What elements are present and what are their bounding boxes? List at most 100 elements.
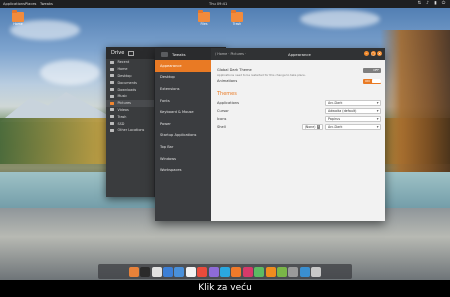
calendar-icon[interactable] [185, 266, 196, 277]
settings-tab-startup-applications[interactable]: Startup Applications [155, 130, 211, 142]
sidebar-item-label: Documents [117, 80, 137, 85]
settings-sidebar: Appearance Desktop Extensions Fonts Keyboard… [155, 60, 211, 221]
vlc-icon[interactable] [265, 266, 276, 277]
text-editor-icon[interactable] [151, 266, 162, 277]
theme-row-label: Icons [217, 117, 227, 121]
page-title: Appearance [288, 52, 311, 57]
shell-none-label: (None) [304, 124, 316, 129]
sidebar-item-documents[interactable]: Documents [106, 79, 154, 86]
sidebar-item-ssd[interactable]: SSD [106, 120, 154, 127]
sidebar-item-label: Videos [117, 107, 129, 112]
power-icon[interactable]: ⏻ [441, 1, 446, 6]
caption[interactable]: Klik za veću [0, 280, 450, 297]
settings-tab-windows[interactable]: Windows [155, 153, 211, 165]
titlebar-left: Tweaks [155, 48, 211, 60]
themes-heading: Themes [217, 91, 237, 97]
theme-row-label: Applications [217, 101, 239, 105]
sidebar-item-desktop[interactable]: Desktop [106, 73, 154, 80]
settings-tab-workspaces[interactable]: Workspaces [155, 164, 211, 176]
animations-label: Animations [217, 79, 238, 83]
tweaks-menu[interactable]: Tweaks [40, 2, 53, 6]
browser-icon[interactable] [163, 266, 174, 277]
cursor-theme-dropdown[interactable]: Adwaita (default) [325, 108, 381, 114]
dark-theme-switch[interactable]: OFF [363, 67, 381, 73]
folder-icon [110, 115, 114, 119]
folder-icon [110, 60, 114, 64]
settings-tab-appearance[interactable]: Appearance [155, 60, 211, 72]
sidebar-item-music[interactable]: Music [106, 93, 154, 100]
desktop-icon-label: Files [200, 22, 208, 26]
skype-icon[interactable] [220, 266, 230, 277]
desktop-screen: Applications Places Tweaks Thu 09:41 ⇅ ♪… [0, 0, 450, 297]
settings-icon[interactable] [299, 266, 310, 277]
window-controls: – □ × [364, 51, 382, 56]
top-panel: Applications Places Tweaks Thu 09:41 ⇅ ♪… [0, 0, 450, 8]
shell-none-button[interactable]: (None) i [301, 124, 323, 130]
settings-tab-keyboard-mouse[interactable]: Keyboard & Mouse [155, 106, 211, 118]
desktop-icon-label: Trash [232, 22, 242, 26]
sidebar-item-label: Downloads [117, 87, 137, 92]
animations-switch[interactable]: ON [363, 78, 381, 84]
sidebar-item-home[interactable]: Home [106, 66, 154, 73]
folder-icon [110, 101, 114, 105]
settings-tab-power[interactable]: Power [155, 118, 211, 130]
search-icon[interactable] [161, 51, 168, 57]
sidebar-item-pictures[interactable]: Pictures [106, 99, 154, 107]
battery-icon[interactable]: ▮ [433, 1, 438, 6]
sidebar-item-label: SSD [117, 121, 125, 126]
video-icon[interactable] [242, 266, 253, 277]
sidebar-item-recent[interactable]: Recent [106, 59, 154, 66]
folder-icon [198, 10, 210, 22]
maximize-icon[interactable]: □ [370, 51, 376, 56]
sidebar-item-other-locations[interactable]: Other Locations [106, 127, 154, 134]
sidebar-item-trash[interactable]: Trash [106, 113, 154, 120]
sidebar-item-label: Other Locations [117, 128, 145, 133]
music-icon[interactable] [231, 266, 242, 277]
desktop-icon-files[interactable]: Files [194, 10, 214, 26]
volume-icon[interactable]: ♪ [425, 1, 430, 6]
applications-theme-dropdown[interactable]: Arc-Dark [325, 100, 381, 106]
photos-icon[interactable] [208, 266, 219, 277]
folder-icon [110, 88, 114, 92]
folder-icon [110, 108, 114, 112]
app-title: Tweaks [172, 51, 186, 57]
applications-menu[interactable]: Applications [3, 2, 25, 6]
folder-icon [231, 10, 243, 22]
places-menu[interactable]: Places [25, 2, 36, 6]
shell-theme-dropdown[interactable]: Arc-Dark [325, 124, 381, 130]
image-viewer-icon[interactable] [254, 266, 265, 277]
desktop-icon-home[interactable]: Home [8, 10, 28, 26]
theme-row-label: Shell [217, 125, 226, 129]
settings-tab-extensions[interactable]: Extensions [155, 83, 211, 95]
settings-tab-fonts[interactable]: Fonts [155, 95, 211, 107]
mail-icon[interactable] [174, 266, 185, 277]
terminal-icon[interactable] [140, 266, 151, 277]
network-icon[interactable]: ⇅ [417, 1, 422, 6]
shell-controls: (None) i Arc-Dark [301, 124, 381, 130]
folder-icon [110, 67, 114, 71]
torrent-icon[interactable] [276, 266, 287, 277]
settings-tab-top-bar[interactable]: Top Bar [155, 141, 211, 153]
window-titlebar[interactable]: Tweaks / Home · Pictures · Appearance – … [155, 48, 385, 60]
files-icon[interactable] [128, 266, 139, 277]
trash-icon[interactable] [311, 266, 322, 277]
folder-icon [110, 74, 114, 78]
dark-theme-label: Global Dark Theme [217, 68, 252, 72]
settings-tab-desktop[interactable]: Desktop [155, 72, 211, 84]
icons-theme-dropdown[interactable]: Papirus [325, 116, 381, 122]
sidebar-item-videos[interactable]: Videos [106, 107, 154, 114]
chrome-icon[interactable] [197, 266, 208, 277]
desktop-icon-trash[interactable]: Trash [227, 10, 247, 26]
tweaks-window[interactable]: Tweaks / Home · Pictures · Appearance – … [155, 48, 385, 221]
sidebar-item-downloads[interactable]: Downloads [106, 86, 154, 93]
sidebar-item-label: Music [117, 94, 128, 99]
archive-icon[interactable] [288, 266, 299, 277]
clock[interactable]: Thu 09:41 [209, 2, 227, 6]
view-toggle-icon[interactable] [128, 50, 135, 56]
breadcrumb[interactable]: / Home · Pictures · [215, 52, 246, 56]
file-manager-title: Drive [111, 50, 125, 56]
theme-row-label: Cursor [217, 109, 229, 113]
close-icon[interactable]: × [377, 51, 382, 56]
minimize-icon[interactable]: – [364, 51, 369, 56]
system-tray[interactable]: ⇅ ♪ ▮ ⏻ [417, 1, 446, 6]
